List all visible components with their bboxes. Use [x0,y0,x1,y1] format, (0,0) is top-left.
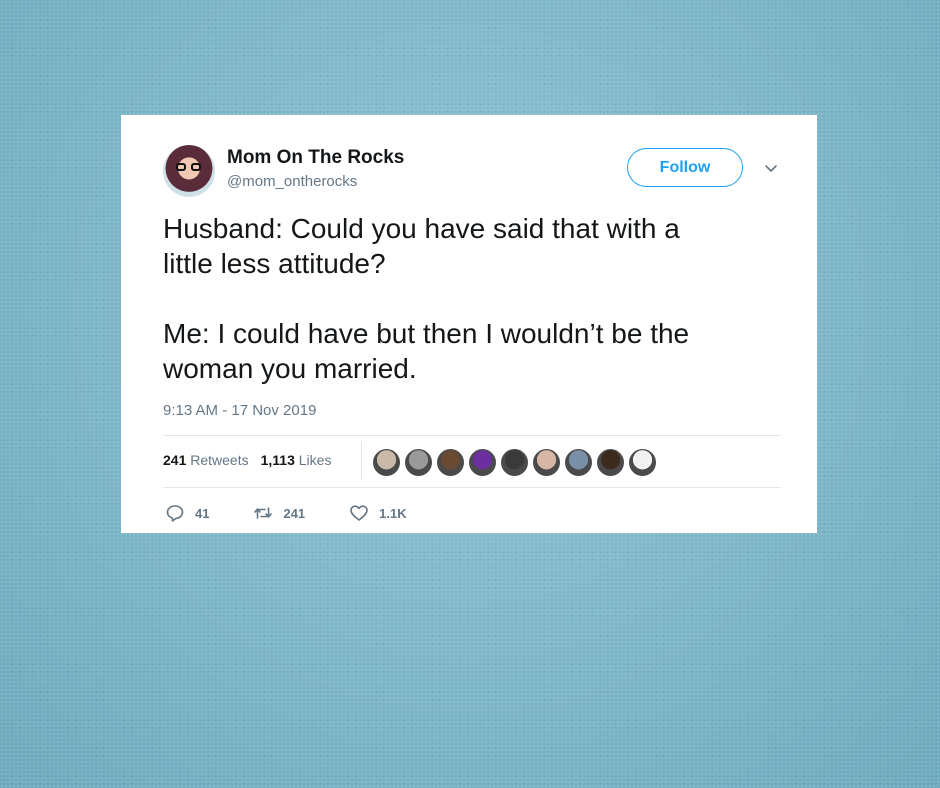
stats-divider [361,442,362,480]
tweet-text: Husband: Could you have said that with a… [163,213,690,384]
likes-count: 1,113 [260,452,295,468]
divider [163,487,781,488]
author-name[interactable]: Mom On The Rocks [227,147,404,169]
retweets-stat[interactable]: 241 Retweets [163,452,249,468]
retweets-label: Retweets [190,452,249,468]
liker-avatars [373,449,656,476]
retweet-icon [254,507,273,519]
liker-avatar[interactable] [501,449,528,476]
tweet-actions: 41 241 1.1K [165,503,451,523]
glasses-graphic [176,163,202,172]
retweet-count: 241 [283,505,306,521]
reply-icon [166,505,184,522]
author-handle[interactable]: @mom_ontherocks [227,173,357,190]
liker-avatar[interactable] [533,449,560,476]
reply-button[interactable]: 41 [165,503,209,523]
engagement-stats: 241 Retweets 1,113 Likes [163,452,331,468]
liker-avatar[interactable] [565,449,592,476]
liker-avatar[interactable] [597,449,624,476]
heart-icon [350,505,368,521]
liker-avatar[interactable] [437,449,464,476]
follow-button[interactable]: Follow [627,148,743,187]
likes-stat[interactable]: 1,113 Likes [261,452,332,468]
liker-avatar[interactable] [469,449,496,476]
author-avatar[interactable] [163,145,215,197]
like-button[interactable]: 1.1K [349,503,407,523]
like-count: 1.1K [379,505,407,521]
retweet-button[interactable]: 241 [253,503,305,523]
tweet-card: Mom On The Rocks @mom_ontherocks Follow … [121,115,817,533]
divider [163,435,781,436]
chevron-down-icon[interactable] [763,160,779,176]
tweet-timestamp[interactable]: 9:13 AM - 17 Nov 2019 [163,402,316,419]
retweets-count: 241 [163,452,187,468]
liker-avatar[interactable] [373,449,400,476]
liker-avatar[interactable] [405,449,432,476]
reply-count: 41 [195,505,210,521]
liker-avatar[interactable] [629,449,656,476]
likes-label: Likes [298,452,332,468]
